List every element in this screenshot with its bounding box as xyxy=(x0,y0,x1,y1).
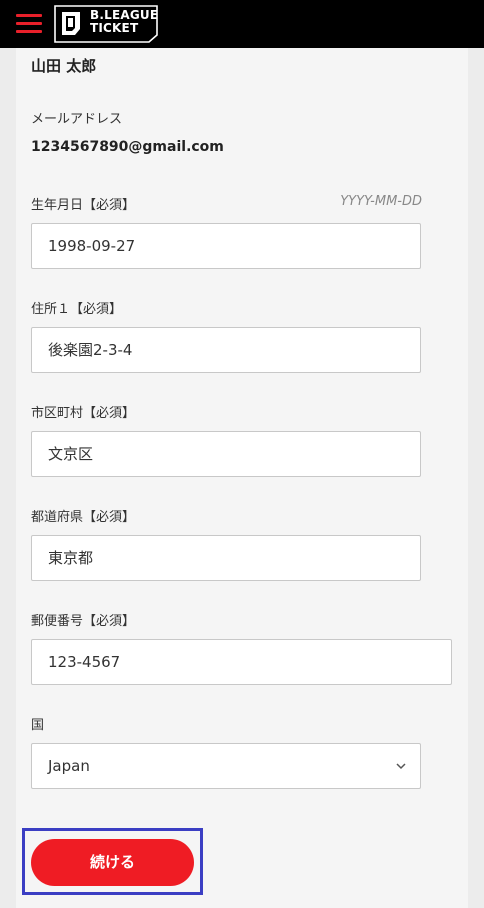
country-select[interactable]: Japan xyxy=(31,743,421,789)
logo-line-2: TICKET xyxy=(90,21,139,35)
birthdate-format-hint: YYYY-MM-DD xyxy=(340,194,422,209)
chevron-down-icon xyxy=(396,763,406,770)
country-label: 国 xyxy=(31,718,45,733)
postal-code-label: 郵便番号【必須】 xyxy=(31,614,136,629)
menu-icon[interactable] xyxy=(16,12,42,36)
birthdate-input[interactable]: 1998-09-27 xyxy=(31,223,421,269)
birthdate-label: 生年月日【必須】 xyxy=(31,198,136,213)
continue-button[interactable]: 続ける xyxy=(31,839,194,886)
country-selected-value: Japan xyxy=(48,757,90,775)
address1-label: 住所１【必須】 xyxy=(31,302,123,317)
city-input[interactable]: 文京区 xyxy=(31,431,421,477)
city-label: 市区町村【必須】 xyxy=(31,406,136,421)
bleague-ticket-logo[interactable]: B.LEAGUE TICKET xyxy=(54,5,158,43)
postal-code-input[interactable]: 123-4567 xyxy=(31,639,452,685)
email-value: 1234567890@gmail.com xyxy=(31,139,224,155)
logo-text: B.LEAGUE TICKET xyxy=(90,9,158,35)
address1-input[interactable]: 後楽園2-3-4 xyxy=(31,327,421,373)
prefecture-label: 都道府県【必須】 xyxy=(31,510,136,525)
email-label: メールアドレス xyxy=(31,112,123,127)
prefecture-input[interactable]: 東京都 xyxy=(31,535,421,581)
top-bar: B.LEAGUE TICKET xyxy=(0,0,484,48)
user-name: 山田 太郎 xyxy=(31,57,97,75)
